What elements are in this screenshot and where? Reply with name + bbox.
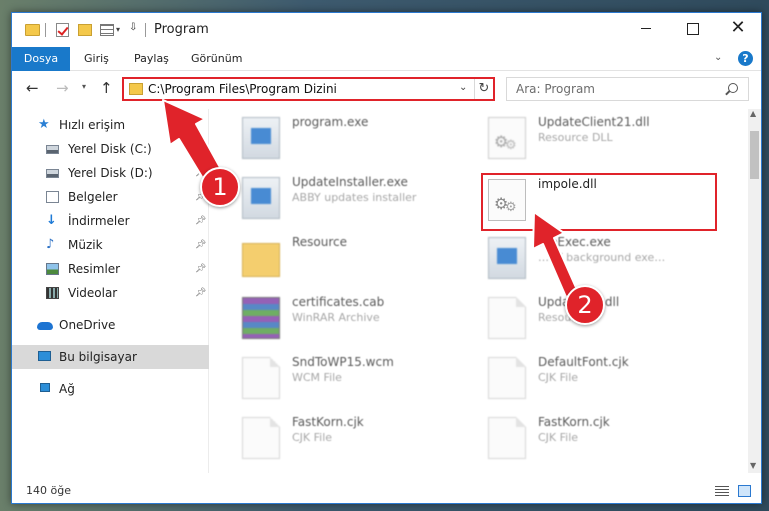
folder-icon bbox=[129, 83, 143, 95]
item-count: 140 öğe bbox=[26, 484, 71, 497]
file-icon bbox=[242, 357, 280, 399]
tab-home[interactable]: Giriş bbox=[84, 47, 109, 71]
address-bar[interactable]: C:\Program Files\Program Dizini ⌄ ↻ bbox=[122, 77, 495, 101]
ribbon: Dosya Giriş Paylaş Görünüm ⌄ ? bbox=[12, 47, 761, 71]
sidebar-item-documents[interactable]: Belgeler 📌︎ bbox=[12, 185, 209, 209]
tab-file[interactable]: Dosya bbox=[12, 47, 70, 71]
computer-icon bbox=[38, 351, 51, 361]
file-item[interactable]: Resource bbox=[230, 229, 470, 285]
videos-icon bbox=[46, 287, 59, 299]
file-list: program.exe UpdateClient21.dll Resource … bbox=[210, 109, 748, 473]
file-item[interactable]: program.exe bbox=[230, 109, 470, 165]
scroll-down-icon[interactable]: ▼ bbox=[750, 461, 756, 470]
forward-button[interactable]: → bbox=[56, 79, 69, 97]
help-icon[interactable]: ? bbox=[738, 51, 753, 66]
exe-file-icon bbox=[242, 117, 280, 159]
details-view-icon[interactable] bbox=[715, 486, 729, 496]
customize-quick-access-icon[interactable]: ⇩ bbox=[129, 22, 137, 38]
sidebar-item-quick-access[interactable]: ★ Hızlı erişim bbox=[12, 113, 209, 137]
search-placeholder: Ara: Program bbox=[516, 82, 595, 96]
pin-icon[interactable]: 📌︎ bbox=[195, 233, 206, 257]
documents-icon bbox=[46, 191, 59, 203]
pictures-icon bbox=[46, 263, 59, 275]
cloud-icon bbox=[37, 322, 53, 330]
disk-icon bbox=[46, 169, 59, 178]
large-icons-view-icon[interactable] bbox=[738, 485, 751, 497]
music-icon: ♪ bbox=[46, 237, 55, 252]
search-icon bbox=[728, 83, 738, 93]
dll-file-icon bbox=[488, 117, 526, 159]
file-item[interactable]: FastKorn.cjk CJK File bbox=[476, 409, 716, 465]
scrollbar-thumb[interactable] bbox=[750, 131, 759, 179]
file-item[interactable]: certificates.cab WinRAR Archive bbox=[230, 289, 470, 345]
star-icon: ★ bbox=[38, 117, 50, 132]
search-input[interactable]: Ara: Program bbox=[506, 77, 749, 101]
refresh-button[interactable]: ↻ bbox=[474, 79, 493, 99]
folder-icon bbox=[242, 243, 280, 277]
sidebar-item-disk-d[interactable]: Yerel Disk (D:) 📌︎ bbox=[12, 161, 209, 185]
divider bbox=[145, 23, 146, 37]
explorer-window: ▾ ⇩ Program ✕ Dosya Giriş Paylaş Görünüm… bbox=[11, 12, 762, 504]
sidebar-item-disk-c[interactable]: Yerel Disk (C:) bbox=[12, 137, 209, 161]
tab-share[interactable]: Paylaş bbox=[134, 47, 169, 71]
minimize-button[interactable] bbox=[623, 13, 669, 43]
window-title: Program bbox=[154, 22, 209, 37]
properties-check-icon[interactable] bbox=[56, 23, 69, 37]
back-button[interactable]: ← bbox=[26, 79, 39, 97]
download-icon: ↓ bbox=[46, 213, 57, 228]
chevron-down-icon[interactable]: ▾ bbox=[116, 25, 120, 41]
properties-icon[interactable] bbox=[100, 24, 114, 36]
file-item[interactable]: UpdateClient21.dll Resource DLL bbox=[476, 109, 716, 165]
pin-icon[interactable]: 📌︎ bbox=[195, 257, 206, 281]
pin-icon[interactable]: 📌︎ bbox=[195, 281, 206, 305]
sidebar-item-this-pc[interactable]: Bu bilgisayar bbox=[12, 345, 209, 369]
file-item[interactable]: DefaultFont.cjk CJK File bbox=[476, 349, 716, 405]
step-badge-2: 2 bbox=[565, 285, 605, 325]
navigation-pane: ★ Hızlı erişim Yerel Disk (C:) Yerel Dis… bbox=[12, 109, 209, 473]
archive-file-icon bbox=[242, 297, 280, 339]
file-icon bbox=[488, 357, 526, 399]
navigation-bar: ← → ▾ ↑ C:\Program Files\Program Dizini … bbox=[12, 73, 761, 105]
file-item[interactable]: …eExec.exe …BY background exe… bbox=[476, 229, 716, 285]
disk-icon bbox=[46, 145, 59, 154]
file-item[interactable]: UpdateInstaller.exe ABBY updates install… bbox=[230, 169, 470, 225]
scroll-up-icon[interactable]: ▲ bbox=[750, 109, 756, 118]
file-icon bbox=[242, 417, 280, 459]
step-badge-1: 1 bbox=[200, 167, 240, 207]
maximize-button[interactable] bbox=[669, 13, 715, 43]
status-bar: 140 öğe bbox=[12, 477, 761, 503]
new-folder-icon[interactable] bbox=[78, 24, 92, 36]
folder-icon bbox=[25, 24, 40, 36]
vertical-scrollbar[interactable]: ▲ ▼ bbox=[748, 109, 761, 473]
sidebar-item-onedrive[interactable]: OneDrive bbox=[12, 313, 209, 337]
exe-file-icon bbox=[488, 237, 526, 279]
sidebar-item-network[interactable]: Ağ bbox=[12, 377, 209, 401]
sidebar-item-pictures[interactable]: Resimler 📌︎ bbox=[12, 257, 209, 281]
address-path[interactable]: C:\Program Files\Program Dizini bbox=[148, 82, 337, 96]
file-item[interactable]: FastKorn.cjk CJK File bbox=[230, 409, 470, 465]
up-button[interactable]: ↑ bbox=[100, 79, 113, 97]
title-bar: ▾ ⇩ Program ✕ bbox=[12, 13, 761, 47]
expand-ribbon-icon[interactable]: ⌄ bbox=[714, 52, 722, 63]
pin-icon[interactable]: 📌︎ bbox=[195, 209, 206, 233]
file-item[interactable]: SndToWP15.wcm WCM File bbox=[230, 349, 470, 405]
divider bbox=[45, 23, 46, 37]
network-icon bbox=[40, 383, 50, 392]
exe-file-icon bbox=[242, 177, 280, 219]
highlight-box bbox=[481, 173, 717, 231]
dll-file-icon bbox=[488, 297, 526, 339]
tab-view[interactable]: Görünüm bbox=[191, 47, 242, 71]
sidebar-item-music[interactable]: ♪ Müzik 📌︎ bbox=[12, 233, 209, 257]
recent-locations-icon[interactable]: ▾ bbox=[82, 82, 86, 91]
chevron-down-icon[interactable]: ⌄ bbox=[459, 82, 467, 93]
sidebar-item-downloads[interactable]: ↓ İndirmeler 📌︎ bbox=[12, 209, 209, 233]
close-button[interactable]: ✕ bbox=[715, 13, 761, 43]
sidebar-item-videos[interactable]: Videolar 📌︎ bbox=[12, 281, 209, 305]
file-icon bbox=[488, 417, 526, 459]
